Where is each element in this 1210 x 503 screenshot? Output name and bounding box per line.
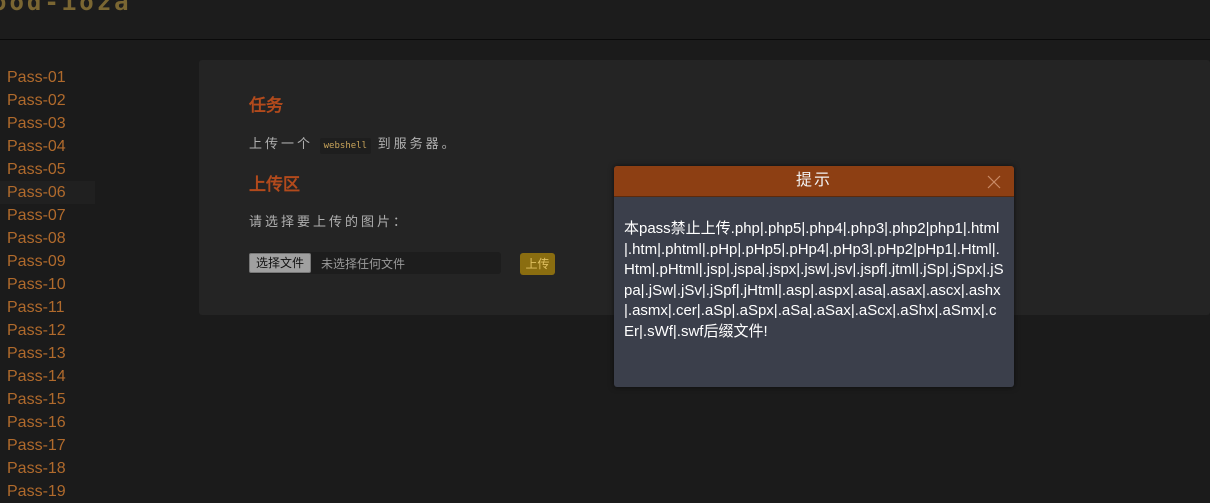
- sidebar-item-pass-14[interactable]: Pass-14: [0, 365, 95, 388]
- upload-heading: 上传区: [249, 175, 300, 194]
- sidebar-item-pass-05[interactable]: Pass-05: [0, 158, 95, 181]
- sidebar-item-pass-12[interactable]: Pass-12: [0, 319, 95, 342]
- sidebar-item-pass-04[interactable]: Pass-04: [0, 135, 95, 158]
- sidebar: Pass-01 Pass-02 Pass-03 Pass-04 Pass-05 …: [0, 66, 190, 503]
- site-logo: ood-ioza: [0, 0, 132, 16]
- sidebar-item-pass-01[interactable]: Pass-01: [0, 66, 95, 89]
- upload-button[interactable]: 上传: [520, 253, 555, 275]
- alert-dialog: 提示 本pass禁止上传.php|.php5|.php4|.php3|.php2…: [614, 166, 1014, 387]
- choose-file-button[interactable]: 选择文件: [249, 253, 312, 273]
- file-input[interactable]: 选择文件 未选择任何文件: [249, 252, 501, 274]
- sidebar-item-pass-11[interactable]: Pass-11: [0, 296, 95, 319]
- webshell-code: webshell: [319, 138, 371, 154]
- sidebar-item-pass-19[interactable]: Pass-19: [0, 480, 95, 503]
- task-description: 上传一个 webshell 到服务器。: [249, 133, 458, 154]
- sidebar-item-pass-06[interactable]: Pass-06: [0, 181, 95, 204]
- sidebar-item-pass-07[interactable]: Pass-07: [0, 204, 95, 227]
- dialog-message: 本pass禁止上传.php|.php5|.php4|.php3|.php2|ph…: [624, 220, 1004, 340]
- task-heading: 任务: [249, 96, 283, 115]
- sidebar-item-pass-03[interactable]: Pass-03: [0, 112, 95, 135]
- dialog-title: 提示: [614, 166, 1014, 197]
- sidebar-item-pass-17[interactable]: Pass-17: [0, 434, 95, 457]
- sidebar-item-pass-09[interactable]: Pass-09: [0, 250, 95, 273]
- sidebar-item-pass-10[interactable]: Pass-10: [0, 273, 95, 296]
- sidebar-item-pass-02[interactable]: Pass-02: [0, 89, 95, 112]
- sidebar-item-pass-15[interactable]: Pass-15: [0, 388, 95, 411]
- upload-prompt: 请选择要上传的图片：: [249, 214, 410, 229]
- task-text-before: 上传一个: [249, 136, 314, 151]
- sidebar-item-pass-18[interactable]: Pass-18: [0, 457, 95, 480]
- no-file-label: 未选择任何文件: [321, 257, 406, 271]
- sidebar-item-pass-13[interactable]: Pass-13: [0, 342, 95, 365]
- sidebar-item-pass-16[interactable]: Pass-16: [0, 411, 95, 434]
- sidebar-item-pass-08[interactable]: Pass-08: [0, 227, 95, 250]
- top-header: ood-ioza: [0, 0, 1210, 40]
- task-text-after: 到服务器。: [377, 136, 458, 151]
- close-icon[interactable]: [986, 174, 1002, 190]
